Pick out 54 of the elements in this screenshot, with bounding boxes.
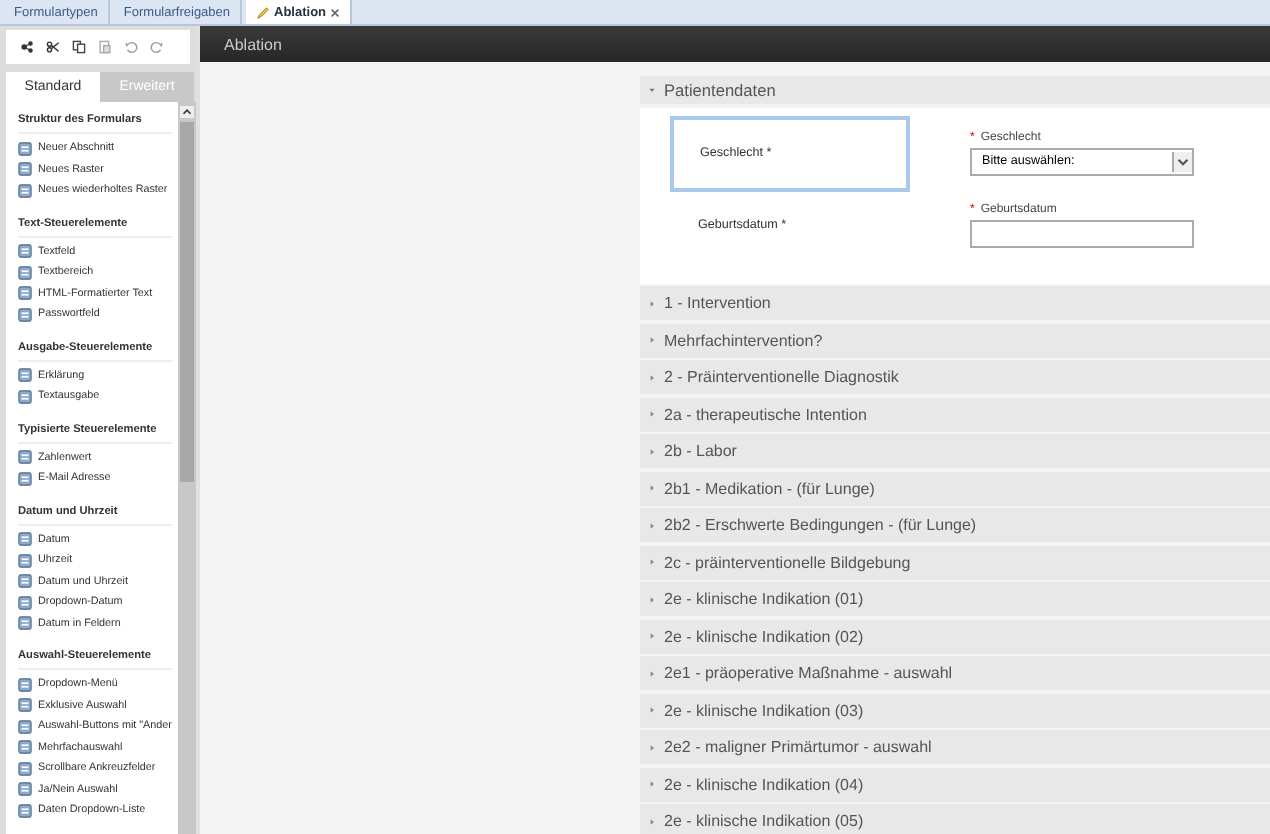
- form-element-icon: [18, 286, 32, 301]
- input-field[interactable]: [970, 219, 1194, 247]
- pencil-icon: [256, 5, 271, 19]
- section-header[interactable]: 2e - klinische Indikation (04): [640, 767, 1270, 801]
- form-element-icon: [18, 162, 32, 177]
- form-element-icon: [18, 677, 32, 692]
- section-header[interactable]: 2e - klinische Indikation (02): [640, 619, 1270, 653]
- form-element-icon: [18, 698, 32, 713]
- section-header[interactable]: 2e1 - präoperative Maßnahme - auswahl: [640, 656, 1270, 690]
- undo-icon[interactable]: [124, 40, 138, 54]
- form-element-icon: [18, 616, 32, 631]
- form-element-icon: [18, 183, 32, 198]
- form-element-icon: [18, 368, 32, 383]
- section-header[interactable]: 1 - Intervention: [640, 286, 1270, 320]
- scrollbar[interactable]: [178, 102, 196, 834]
- section-header[interactable]: 2b - Labor: [640, 434, 1270, 468]
- form-element-icon: [18, 265, 32, 280]
- section-header[interactable]: 2b2 - Erschwerte Bedingungen - (für Lunge): [640, 508, 1270, 542]
- form-element-icon: [18, 719, 32, 734]
- form-element-icon: [18, 740, 32, 755]
- form-element-icon: [18, 389, 32, 404]
- form-element-icon: [18, 761, 32, 776]
- form-element-icon: [18, 307, 32, 322]
- paste-icon[interactable]: [98, 40, 112, 54]
- section-header[interactable]: Mehrfachintervention?: [640, 323, 1270, 357]
- nodes-icon[interactable]: [20, 40, 34, 54]
- close-icon[interactable]: [330, 7, 341, 17]
- section-header[interactable]: 2e - klinische Indikation (01): [640, 582, 1270, 616]
- section-header[interactable]: 2c - präinterventionelle Bildgebung: [640, 545, 1270, 579]
- form-element-icon: [18, 450, 32, 465]
- section-header[interactable]: 2e - klinische Indikation (03): [640, 693, 1270, 727]
- form-element-icon: [18, 782, 32, 797]
- form-element-icon: [18, 574, 32, 589]
- dropdown-caret-icon: [1172, 151, 1192, 171]
- form-element-icon: [18, 553, 32, 568]
- form-element-icon: [18, 532, 32, 547]
- section-header[interactable]: 2e2 - maligner Primärtumor - auswahl: [640, 730, 1270, 764]
- section-header[interactable]: 2 - Präinterventionelle Diagnostik: [640, 360, 1270, 394]
- expand-arrow-icon: [648, 86, 656, 94]
- scissors-icon[interactable]: [46, 40, 60, 54]
- section-header[interactable]: Patientendaten: [640, 76, 1270, 104]
- redo-icon[interactable]: [150, 40, 164, 54]
- form-element-icon: [18, 244, 32, 259]
- section-header[interactable]: 2b1 - Medikation - (für Lunge): [640, 471, 1270, 505]
- section-header[interactable]: 2a - therapeutische Intention: [640, 397, 1270, 431]
- scrollbar-thumb[interactable]: [180, 122, 194, 482]
- form-title: Ablation: [224, 35, 282, 53]
- scroll-up-icon[interactable]: [180, 106, 194, 118]
- section-header[interactable]: 2e - klinische Indikation (05): [640, 804, 1270, 834]
- form-element-icon: [18, 141, 32, 156]
- form-element-icon: [18, 471, 32, 486]
- form-element-icon: [18, 803, 32, 818]
- copy-icon[interactable]: [72, 40, 86, 54]
- form-element-icon: [18, 595, 32, 610]
